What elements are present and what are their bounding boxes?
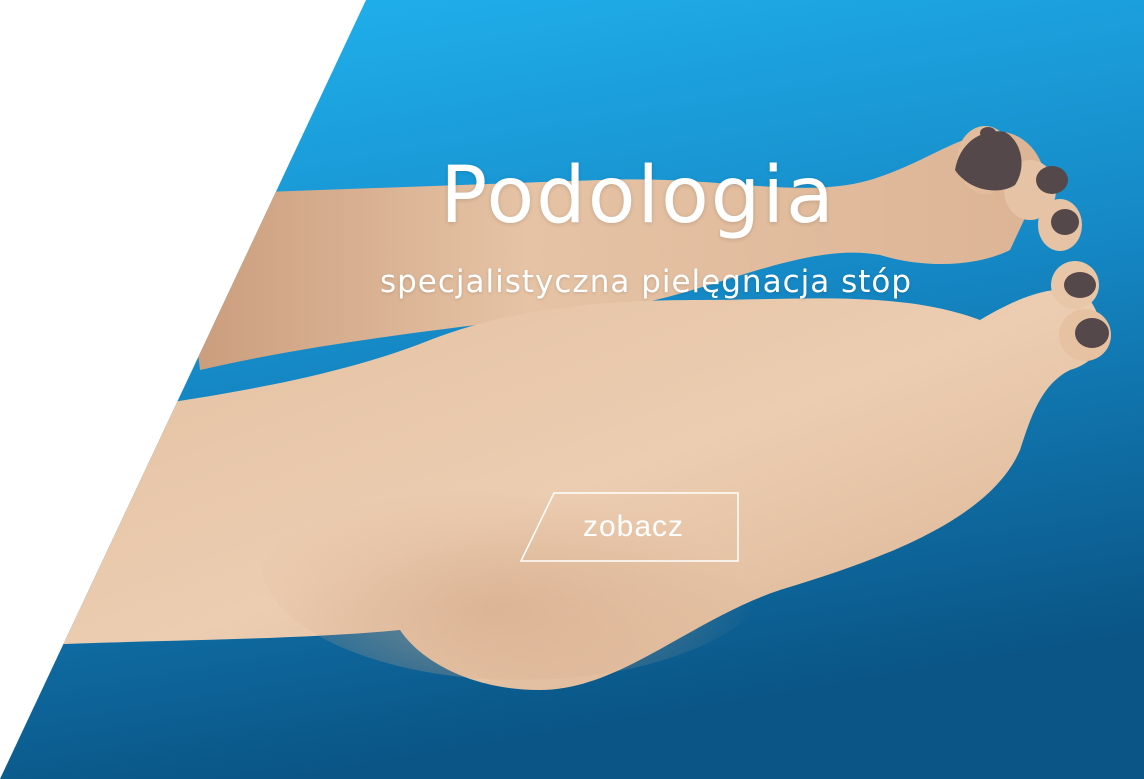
hero-title: Podologia xyxy=(440,151,836,241)
zobacz-button-label: zobacz xyxy=(582,510,685,543)
hero-content: Podologia specjalistyczna pielęgnacja st… xyxy=(0,0,1144,779)
zobacz-button[interactable]: zobacz xyxy=(520,492,739,562)
hero-subtitle: specjalistyczna pielęgnacja stóp xyxy=(379,264,913,300)
hero-slide: Podologia specjalistyczna pielęgnacja st… xyxy=(0,0,1144,779)
